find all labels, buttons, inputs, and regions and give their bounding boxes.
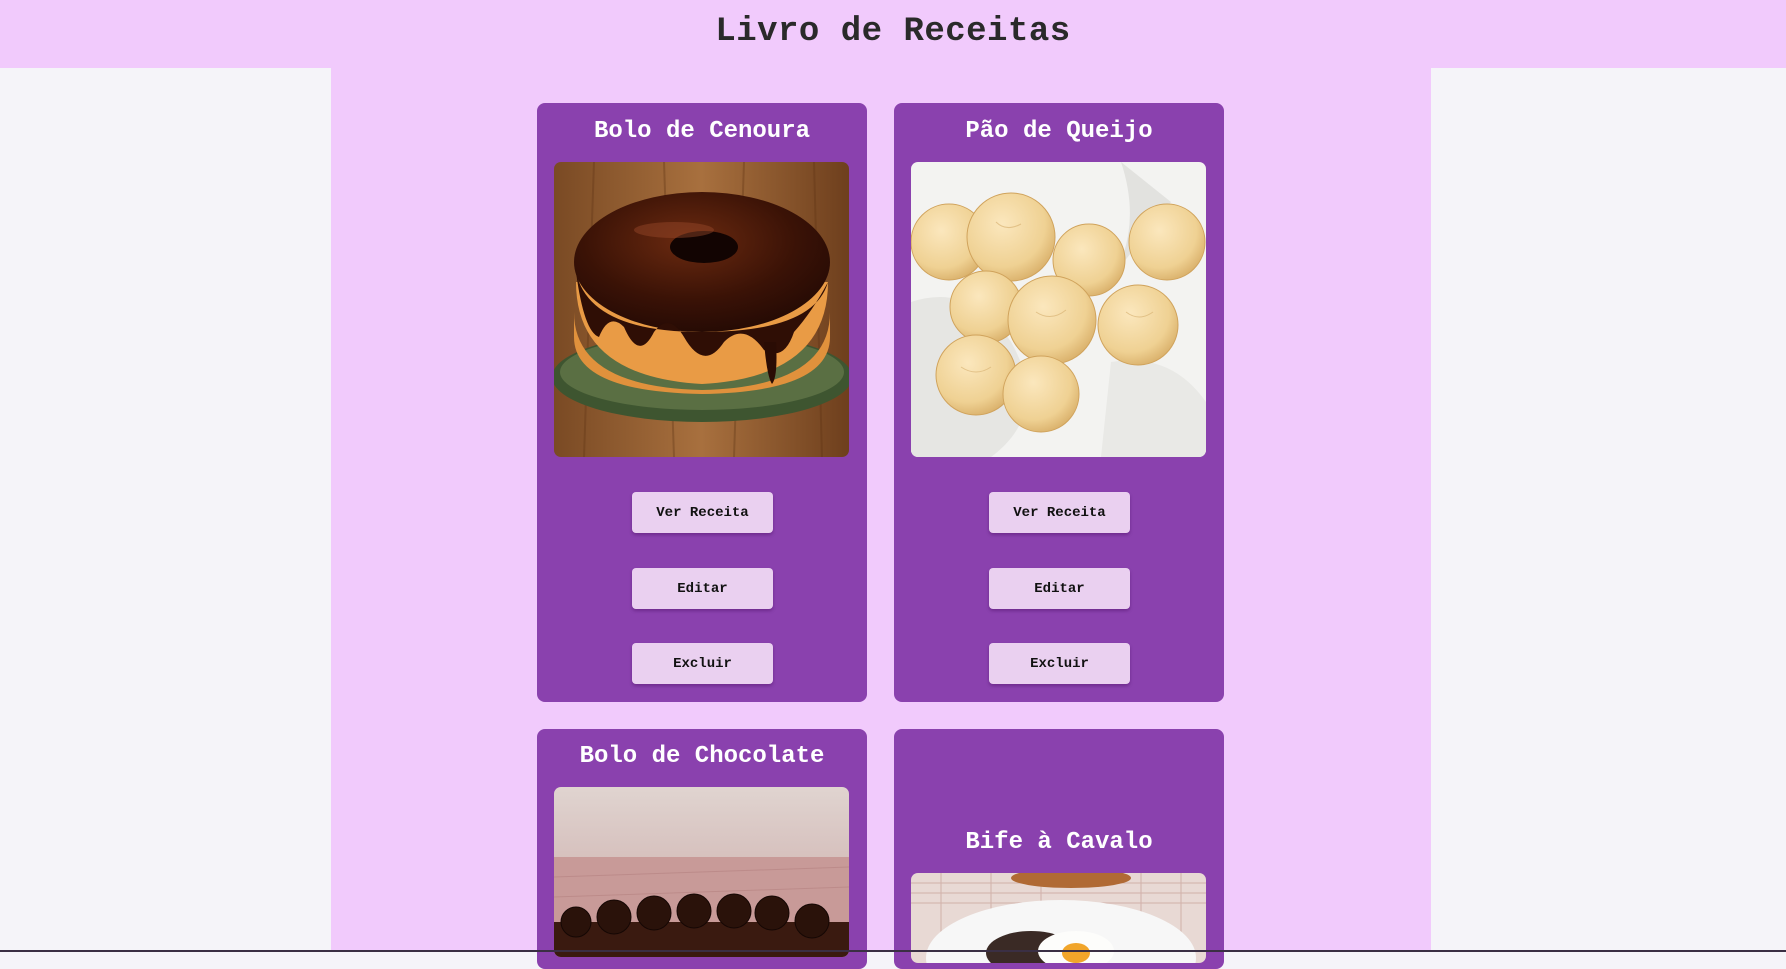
recipe-card: Bolo de Cenoura Ver Receita Editar Exclu… bbox=[537, 103, 867, 702]
recipe-title: Bolo de Cenoura bbox=[593, 118, 811, 145]
delete-button[interactable]: Excluir bbox=[632, 643, 773, 684]
page-header: Livro de Receitas bbox=[0, 0, 1786, 68]
recipe-title: Bolo de Chocolate bbox=[579, 743, 825, 770]
edit-button[interactable]: Editar bbox=[632, 568, 773, 609]
recipe-image-carrot-cake bbox=[554, 162, 849, 457]
recipe-grid: Bolo de Cenoura Ver Receita Editar Exclu… bbox=[331, 68, 1431, 969]
edit-button[interactable]: Editar bbox=[989, 568, 1130, 609]
recipe-title: Pão de Queijo bbox=[965, 118, 1153, 145]
recipe-card: Pão de Queijo Ver Receita Editar Excluir bbox=[894, 103, 1224, 702]
recipe-card: Bolo de Chocolate bbox=[537, 729, 867, 969]
view-recipe-button[interactable]: Ver Receita bbox=[632, 492, 773, 533]
recipe-image-chocolate-cake bbox=[554, 787, 849, 957]
view-recipe-button[interactable]: Ver Receita bbox=[989, 492, 1130, 533]
recipe-card: Bife à Cavalo bbox=[894, 729, 1224, 969]
recipe-title: Bife à Cavalo bbox=[965, 829, 1153, 856]
delete-button[interactable]: Excluir bbox=[989, 643, 1130, 684]
page-title: Livro de Receitas bbox=[715, 13, 1071, 51]
recipe-image-cheese-bread bbox=[911, 162, 1206, 457]
